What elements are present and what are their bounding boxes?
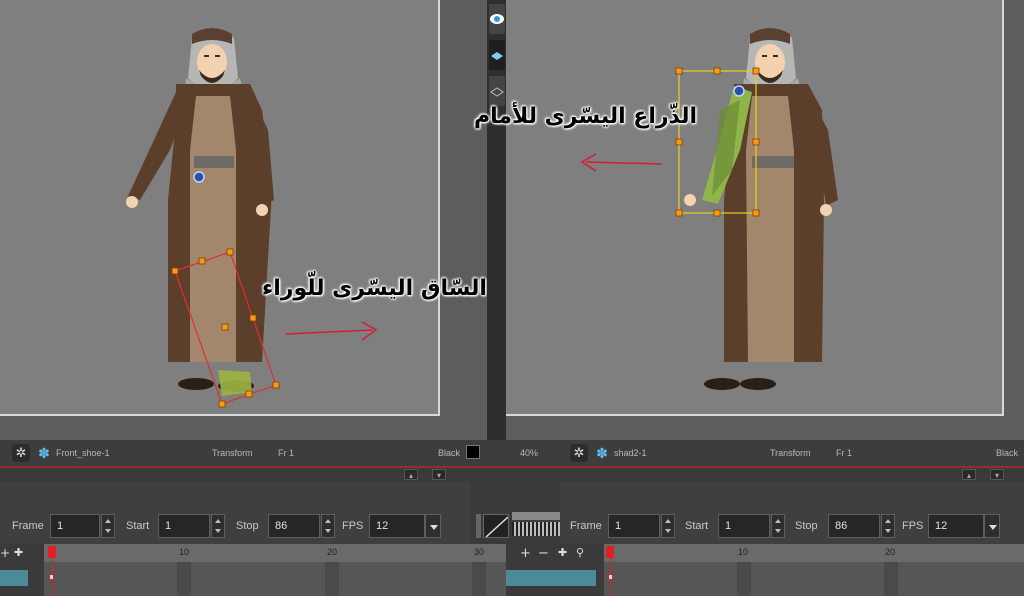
fps-label: FPS (902, 520, 924, 532)
stop-stepper[interactable] (321, 514, 335, 538)
ease-curve-widget[interactable] (476, 508, 566, 538)
start-field[interactable]: 1 (158, 514, 210, 538)
frame-stepper[interactable] (101, 514, 115, 538)
stop-stepper[interactable] (881, 514, 895, 538)
start-field[interactable]: 1 (718, 514, 770, 538)
ruler-tick: 20 (885, 547, 896, 557)
collapse-down-button[interactable]: ▾ (990, 469, 1004, 480)
left-frame-indicator: Fr 1 (278, 448, 295, 458)
keyframe[interactable] (608, 574, 613, 580)
ruler-tick: 10 (179, 547, 190, 557)
frame-label: Frame (570, 520, 602, 532)
stop-label: Stop (236, 520, 259, 532)
left-playback-controls: Frame 1 Start 1 Stop 86 FPS 12 (0, 482, 470, 544)
add-drawing-icon[interactable]: ✚ (14, 546, 23, 559)
app-window: السّاق اليسّرى للّوراء الذّراع اليسّرى ل… (0, 0, 1024, 596)
left-color-swatch[interactable] (466, 445, 480, 459)
start-stepper[interactable] (211, 514, 225, 538)
ruler-tick: 30 (474, 547, 485, 557)
left-status-bar: ✲ ✽ Front_shoe-1 Transform Fr 1 Black (0, 440, 506, 466)
playhead[interactable] (606, 546, 614, 558)
add-layer-icon[interactable]: + (520, 546, 531, 561)
right-tool-name: Transform (770, 448, 811, 458)
ruler-tick: 10 (738, 547, 749, 557)
gear-icon[interactable]: ✲ (12, 444, 30, 462)
left-stage[interactable]: السّاق اليسّرى للّوراء (0, 0, 487, 416)
add-drawing-icon[interactable]: ✚ (558, 546, 567, 559)
right-status-bar: 40% ✲ ✽ shad2-1 Transform Fr 1 Black (506, 440, 1024, 466)
right-camera-view[interactable]: الذّراع اليسّرى للأمام (474, 0, 1024, 440)
right-timeline[interactable]: + − ✚ ⚲ 10 20 (506, 544, 1024, 596)
fps-field[interactable]: 12 (369, 514, 425, 538)
eye-icon[interactable] (489, 4, 505, 34)
right-color-name: Black (996, 448, 1019, 458)
onion-skin-icon[interactable]: ✽ (594, 445, 610, 461)
frame-stepper[interactable] (661, 514, 675, 538)
fps-dropdown[interactable] (425, 514, 441, 538)
ruler-tick: 20 (327, 547, 338, 557)
stop-label: Stop (795, 520, 818, 532)
left-color-name: Black (438, 448, 461, 458)
right-playback-controls: Frame 1 Start 1 Stop 86 FPS 12 (560, 482, 1024, 544)
remove-layer-icon[interactable]: − (538, 546, 549, 561)
layers-icon[interactable] (489, 40, 505, 70)
selected-layer-row[interactable] (0, 570, 28, 586)
right-annotation: الذّراع اليسّرى للأمام (474, 104, 698, 129)
expand-up-button[interactable]: ▴ (962, 469, 976, 480)
left-frame-ruler[interactable]: 10 20 30 (44, 544, 506, 562)
layer-alt-icon[interactable] (489, 76, 505, 106)
fps-field[interactable]: 12 (928, 514, 984, 538)
right-track-area[interactable] (604, 562, 1024, 596)
left-camera-view[interactable]: السّاق اليسّرى للّوراء (0, 0, 487, 440)
expand-up-button[interactable]: ▴ (404, 469, 418, 480)
right-stage[interactable]: الذّراع اليسّرى للأمام (474, 0, 1004, 416)
frame-field[interactable]: 1 (608, 514, 660, 538)
add-peg-icon[interactable]: ⚲ (576, 546, 584, 559)
right-frame-indicator: Fr 1 (836, 448, 853, 458)
selected-layer-row[interactable] (506, 570, 596, 586)
keyframe[interactable] (49, 574, 54, 580)
gear-icon[interactable]: ✲ (570, 444, 588, 462)
left-character[interactable] (0, 0, 440, 416)
stop-field[interactable]: 86 (268, 514, 320, 538)
stop-field[interactable]: 86 (828, 514, 880, 538)
left-track-area[interactable] (44, 562, 506, 596)
start-stepper[interactable] (771, 514, 785, 538)
right-frame-ruler[interactable]: 10 20 (604, 544, 1024, 562)
left-annotation: السّاق اليسّرى للّوراء (262, 276, 487, 301)
frame-label: Frame (12, 520, 44, 532)
start-label: Start (685, 520, 709, 532)
collapse-down-button[interactable]: ▾ (432, 469, 446, 480)
left-tool-name: Transform (212, 448, 253, 458)
fps-dropdown[interactable] (984, 514, 1000, 538)
frame-field[interactable]: 1 (50, 514, 100, 538)
left-layer-name: Front_shoe-1 (56, 448, 110, 458)
left-timeline[interactable]: + ✚ 10 20 30 (0, 544, 506, 596)
fps-label: FPS (342, 520, 364, 532)
right-collapse-row: ▴ ▾ (506, 468, 1024, 482)
playhead[interactable] (48, 546, 56, 558)
onion-skin-icon[interactable]: ✽ (36, 445, 52, 461)
right-zoom-level[interactable]: 40% (520, 448, 538, 458)
left-collapse-row: ▴ ▾ (0, 468, 506, 482)
right-character[interactable] (506, 0, 1004, 416)
add-layer-icon[interactable]: + (0, 546, 10, 560)
right-layer-name: shad2-1 (614, 448, 647, 458)
start-label: Start (126, 520, 150, 532)
view-divider-toolbar (487, 0, 506, 440)
